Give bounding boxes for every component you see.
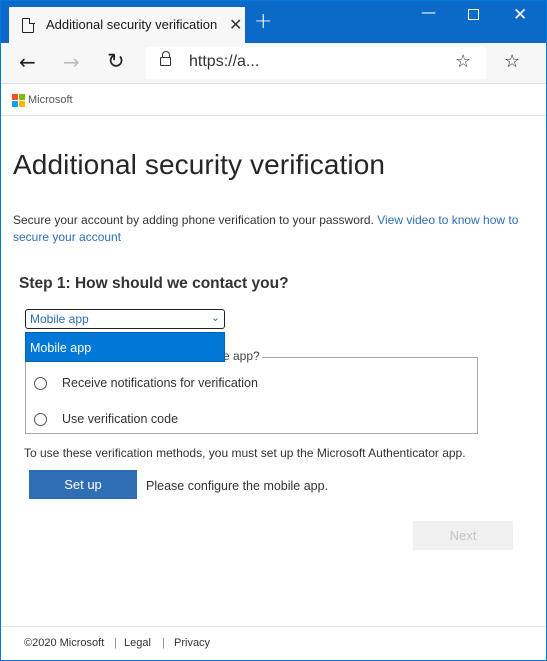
page-content: Microsoft Additional security verificati… (1, 85, 546, 660)
legal-link[interactable]: Legal (124, 637, 151, 649)
footer-separator: | (162, 637, 165, 649)
refresh-icon[interactable]: ↻ (107, 49, 125, 73)
close-window-icon[interactable]: ✕ (513, 5, 527, 25)
minimize-icon[interactable]: — (421, 3, 436, 21)
radio-button[interactable] (34, 377, 47, 390)
back-icon[interactable]: ← (19, 50, 36, 74)
copyright-text: ©2020 Microsoft (24, 637, 105, 649)
chevron-down-icon: ⌄ (210, 311, 220, 324)
authenticator-note: To use these verification methods, you m… (24, 446, 466, 460)
title-bar: Additional security verification ✕ + — ✕ (1, 1, 546, 43)
intro-text: Secure your account by adding phone veri… (13, 212, 533, 246)
radio-label: Receive notifications for verification (62, 376, 258, 390)
favorite-star-icon[interactable]: ☆ (455, 51, 471, 72)
favorites-icon[interactable]: ☆ (504, 51, 520, 72)
radio-button[interactable] (34, 413, 47, 426)
navigation-bar: ← → ↻ https://a... ☆ ☆ (1, 43, 546, 84)
new-tab-icon[interactable]: + (254, 11, 272, 33)
setup-button[interactable]: Set up (29, 470, 137, 499)
address-bar[interactable]: https://a... ☆ (146, 47, 486, 79)
dropdown-option-mobile-app[interactable]: Mobile app (30, 341, 91, 355)
footer-separator: | (114, 637, 117, 649)
next-button[interactable]: Next (413, 521, 513, 550)
site-header: Microsoft (1, 85, 546, 116)
page-title: Additional security verification (13, 149, 386, 180)
radio-label: Use verification code (62, 412, 179, 426)
url-text[interactable]: https://a... (189, 53, 259, 71)
dropdown-list: Mobile app (25, 332, 225, 362)
tab-title: Additional security verification (46, 17, 218, 32)
contact-method-select[interactable]: Mobile app ⌄ (25, 309, 225, 329)
maximize-icon[interactable] (468, 9, 479, 20)
brand-name: Microsoft (28, 94, 73, 106)
intro-description: Secure your account by adding phone veri… (13, 213, 378, 227)
privacy-link[interactable]: Privacy (174, 637, 210, 649)
close-icon[interactable]: ✕ (229, 15, 242, 34)
browser-tab[interactable]: Additional security verification ✕ (9, 7, 245, 43)
setup-note: Please configure the mobile app. (146, 479, 329, 493)
browser-window: Additional security verification ✕ + — ✕… (0, 0, 547, 661)
page-icon (22, 17, 35, 33)
question-text: e app? (221, 349, 262, 363)
lock-icon (160, 51, 171, 66)
footer: ©2020 Microsoft | Legal | Privacy (1, 626, 546, 660)
microsoft-logo-icon (12, 94, 25, 107)
step-heading: Step 1: How should we contact you? (19, 275, 289, 292)
select-value: Mobile app (30, 312, 89, 326)
forward-icon[interactable]: → (63, 50, 80, 74)
